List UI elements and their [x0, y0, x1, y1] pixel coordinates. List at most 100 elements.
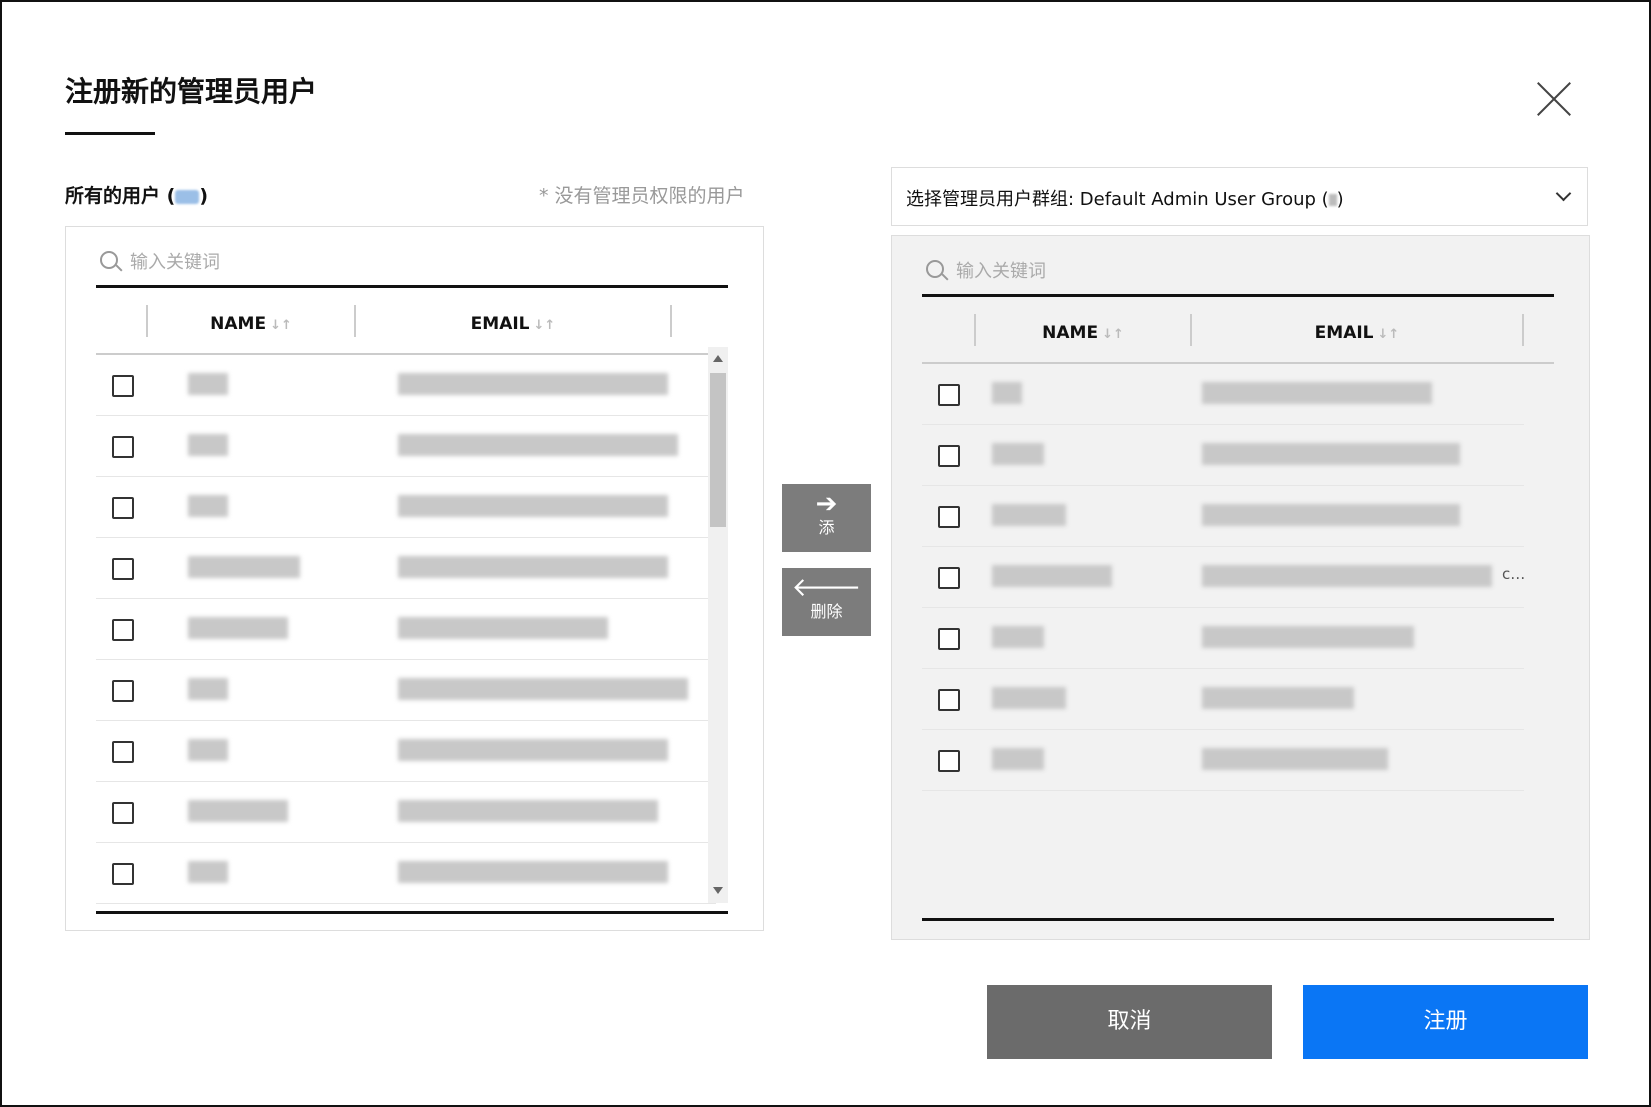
arrow-right-icon: ➔ — [815, 489, 838, 519]
user-name-redacted — [188, 861, 228, 883]
sort-icon[interactable]: ↓↑ — [1102, 327, 1124, 342]
no-admin-note: * 没有管理员权限的用户 — [539, 185, 745, 207]
column-divider — [1522, 314, 1524, 346]
table-row[interactable] — [96, 477, 716, 538]
user-name-redacted — [992, 748, 1044, 770]
left-search — [96, 241, 728, 288]
row-checkbox[interactable] — [938, 567, 960, 589]
left-user-list — [96, 355, 716, 911]
sort-icon[interactable]: ↓↑ — [270, 318, 292, 333]
user-name-redacted — [992, 565, 1112, 587]
user-name-redacted — [188, 434, 228, 456]
user-name-redacted — [188, 556, 300, 578]
row-checkbox[interactable] — [112, 375, 134, 397]
name-header-label: NAME — [210, 314, 267, 334]
table-row[interactable]: c… — [922, 547, 1524, 608]
row-checkbox[interactable] — [112, 436, 134, 458]
table-row[interactable] — [96, 904, 716, 911]
remove-button[interactable]: 🡐 删除 — [782, 568, 871, 636]
row-checkbox[interactable] — [112, 741, 134, 763]
user-email-redacted — [1202, 748, 1388, 770]
row-checkbox[interactable] — [112, 802, 134, 824]
table-row[interactable] — [922, 486, 1524, 547]
name-header-label: NAME — [1042, 323, 1099, 343]
sort-icon[interactable]: ↓↑ — [1378, 327, 1400, 342]
admin-group-select[interactable]: 选择管理员用户群组: Default Admin User Group () — [891, 167, 1588, 226]
row-checkbox[interactable] — [112, 558, 134, 580]
column-divider — [670, 305, 672, 337]
email-header-label: EMAIL — [1314, 323, 1374, 343]
table-row[interactable] — [96, 660, 716, 721]
name-column-header[interactable]: NAME ↓↑ — [148, 295, 354, 353]
user-email-redacted — [398, 739, 668, 761]
user-name-redacted — [992, 382, 1022, 404]
admin-users-panel: NAME↓↑ EMAIL↓↑ c… — [891, 235, 1590, 940]
row-checkbox[interactable] — [938, 506, 960, 528]
table-row[interactable] — [96, 721, 716, 782]
table-row[interactable] — [922, 669, 1524, 730]
row-checkbox[interactable] — [938, 384, 960, 406]
row-checkbox[interactable] — [938, 445, 960, 467]
user-email-redacted — [398, 617, 608, 639]
table-row[interactable] — [922, 425, 1524, 486]
user-name-redacted — [188, 800, 288, 822]
user-count-badge — [175, 189, 200, 204]
left-table-header: NAME ↓↑ EMAIL ↓↑ — [96, 295, 728, 355]
email-column-header[interactable]: EMAIL ↓↑ — [1192, 304, 1522, 362]
user-email-redacted — [398, 556, 668, 578]
row-checkbox[interactable] — [112, 497, 134, 519]
all-users-label-close: ) — [199, 185, 208, 207]
row-checkbox[interactable] — [112, 680, 134, 702]
name-column-header[interactable]: NAME ↓↑ — [976, 304, 1190, 362]
scroll-up-icon[interactable] — [713, 355, 723, 362]
scroll-down-icon[interactable] — [713, 887, 723, 894]
admin-group-select-text: 选择管理员用户群组: Default Admin User Group ( — [906, 189, 1329, 210]
table-row[interactable] — [96, 416, 716, 477]
row-checkbox[interactable] — [112, 863, 134, 885]
scroll-thumb[interactable] — [710, 373, 726, 527]
user-name-redacted — [188, 678, 228, 700]
left-list-scrollbar[interactable] — [708, 347, 728, 903]
table-row[interactable] — [96, 538, 716, 599]
user-email-redacted — [1202, 443, 1460, 465]
user-email-redacted — [398, 373, 668, 395]
user-email-redacted — [1202, 687, 1354, 709]
all-users-label: 所有的用户 () — [65, 181, 208, 208]
add-button[interactable]: ➔ 添 — [782, 484, 871, 552]
close-icon[interactable] — [1529, 74, 1579, 124]
table-row[interactable] — [96, 355, 716, 416]
user-email-redacted — [398, 434, 678, 456]
truncated-email-suffix: c… — [1502, 565, 1524, 583]
user-name-redacted — [188, 495, 228, 517]
right-table-header: NAME ↓↑ EMAIL ↓↑ — [922, 304, 1554, 364]
all-users-panel: NAME↓↑ EMAIL↓↑ — [65, 226, 764, 931]
arrow-left-icon: 🡐 — [791, 573, 862, 603]
email-column-header[interactable]: EMAIL ↓↑ — [356, 295, 670, 353]
row-checkbox[interactable] — [938, 689, 960, 711]
user-email-redacted — [398, 800, 658, 822]
user-name-redacted — [992, 687, 1066, 709]
table-row[interactable] — [922, 364, 1524, 425]
table-row[interactable] — [96, 599, 716, 660]
admin-group-select-value: 选择管理员用户群组: Default Admin User Group () — [906, 185, 1344, 211]
chevron-down-icon[interactable] — [1555, 185, 1572, 202]
table-row[interactable] — [922, 608, 1524, 669]
search-icon — [926, 260, 944, 278]
row-checkbox[interactable] — [112, 619, 134, 641]
all-users-label-text: 所有的用户 ( — [65, 185, 176, 207]
right-search-input[interactable] — [954, 254, 1538, 288]
table-row[interactable] — [96, 843, 716, 904]
user-email-redacted — [398, 678, 688, 700]
right-search — [922, 250, 1554, 297]
sort-icon[interactable]: ↓↑ — [534, 318, 556, 333]
row-checkbox[interactable] — [938, 628, 960, 650]
table-row[interactable] — [96, 782, 716, 843]
user-email-redacted — [1202, 382, 1432, 404]
cancel-button[interactable]: 取消 — [987, 985, 1272, 1059]
search-icon — [100, 251, 118, 269]
left-search-input[interactable] — [128, 245, 712, 279]
table-row[interactable] — [922, 730, 1524, 791]
row-checkbox[interactable] — [938, 750, 960, 772]
register-button[interactable]: 注册 — [1303, 985, 1588, 1059]
user-email-redacted — [1202, 504, 1460, 526]
